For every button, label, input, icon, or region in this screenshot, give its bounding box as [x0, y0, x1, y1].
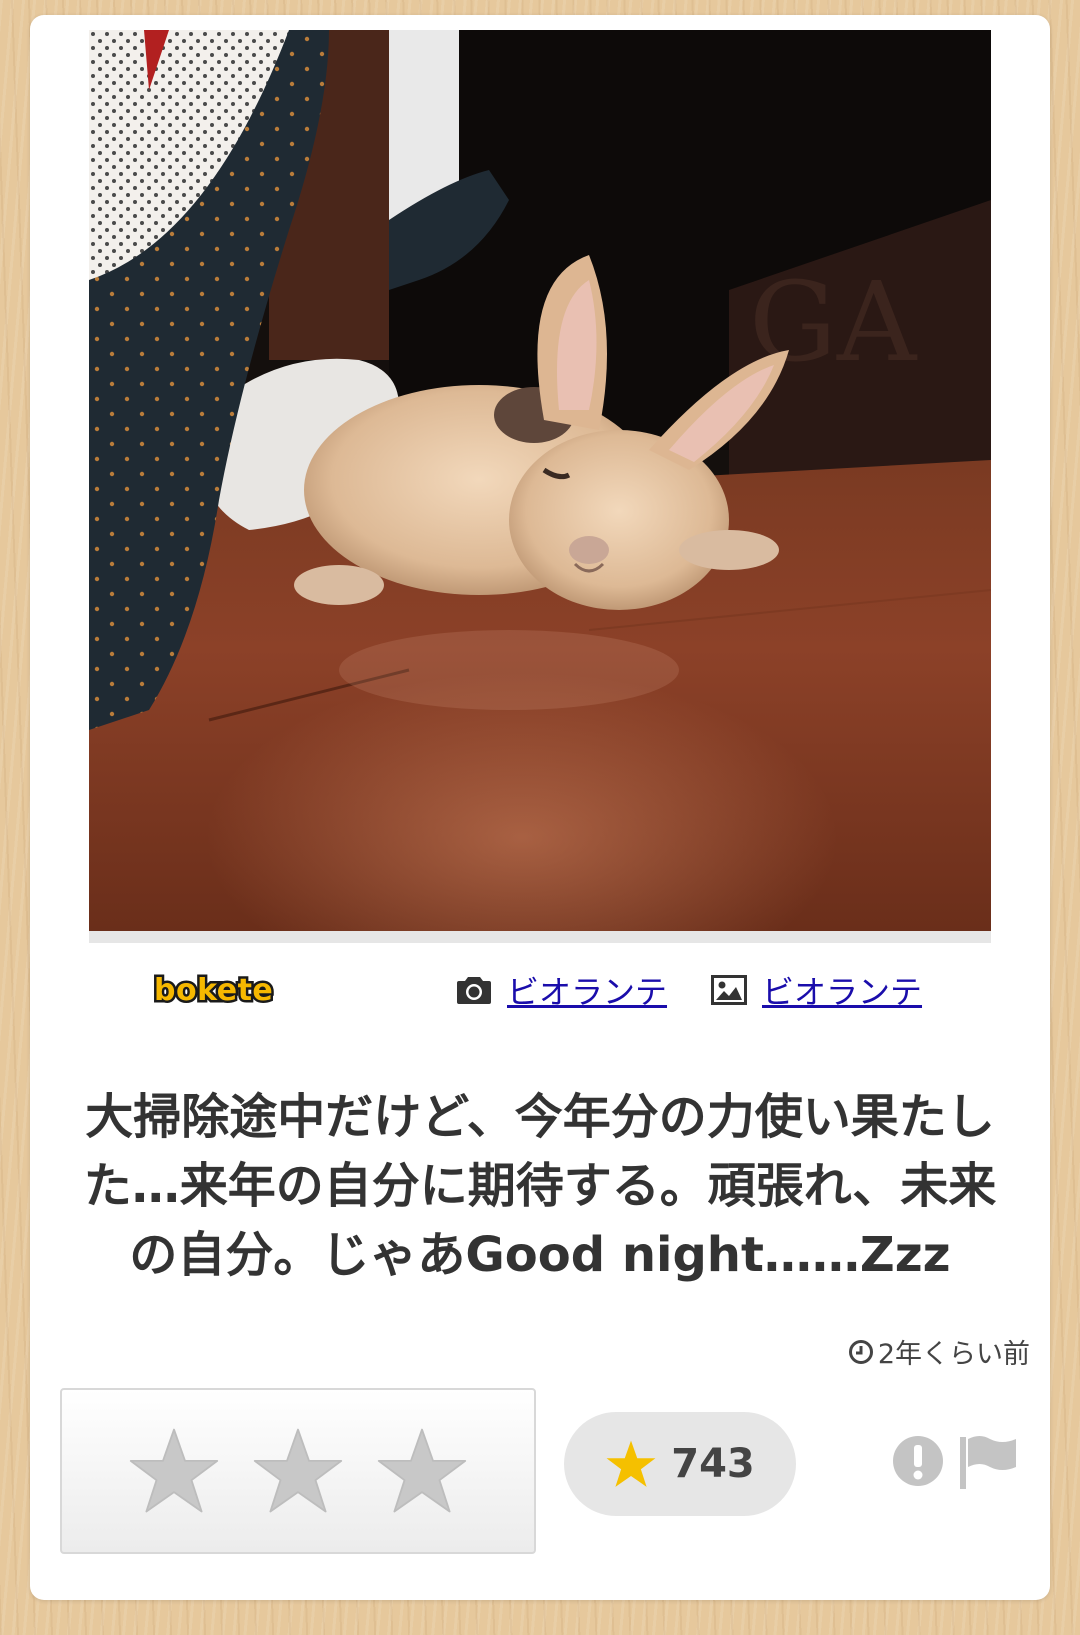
clock-icon — [848, 1339, 873, 1364]
photo-credit: ビオランテ — [455, 965, 667, 1015]
rate-star-2[interactable] — [252, 1426, 344, 1516]
rate-star-1[interactable] — [128, 1426, 220, 1516]
posted-time: 2年くらい前 — [848, 1332, 1030, 1371]
bokete-logo[interactable]: bokete — [152, 968, 292, 1011]
posted-time-text: 2年くらい前 — [877, 1339, 1030, 1370]
score-button[interactable]: 743 — [564, 1412, 796, 1516]
photo-author-link[interactable]: ビオランテ — [507, 967, 667, 1013]
photo-bottom-bar — [89, 931, 991, 943]
rabbit-photo-illustration: GA — [89, 30, 991, 932]
rate-star-3[interactable] — [376, 1426, 468, 1516]
camera-icon — [455, 973, 493, 1007]
image-credit: ビオランテ — [710, 965, 922, 1015]
score-count: 743 — [671, 1441, 755, 1487]
post-photo[interactable]: GA — [89, 30, 991, 932]
post-card: GA bokete ビオランテ ビオランテ 大掃除途中だけど、今年分の力使い果た… — [30, 15, 1050, 1600]
post-caption: 大掃除途中だけど、今年分の力使い果たした…来年の自分に期待する。頑張れ、未来の自… — [83, 1089, 997, 1283]
exclamation-circle-icon[interactable] — [892, 1435, 944, 1487]
flag-icon[interactable] — [958, 1433, 1018, 1491]
image-author-link[interactable]: ビオランテ — [762, 967, 922, 1013]
image-icon — [710, 973, 748, 1007]
svg-text:bokete: bokete — [154, 973, 273, 1008]
rating-stars — [60, 1388, 536, 1554]
star-icon — [606, 1440, 656, 1487]
